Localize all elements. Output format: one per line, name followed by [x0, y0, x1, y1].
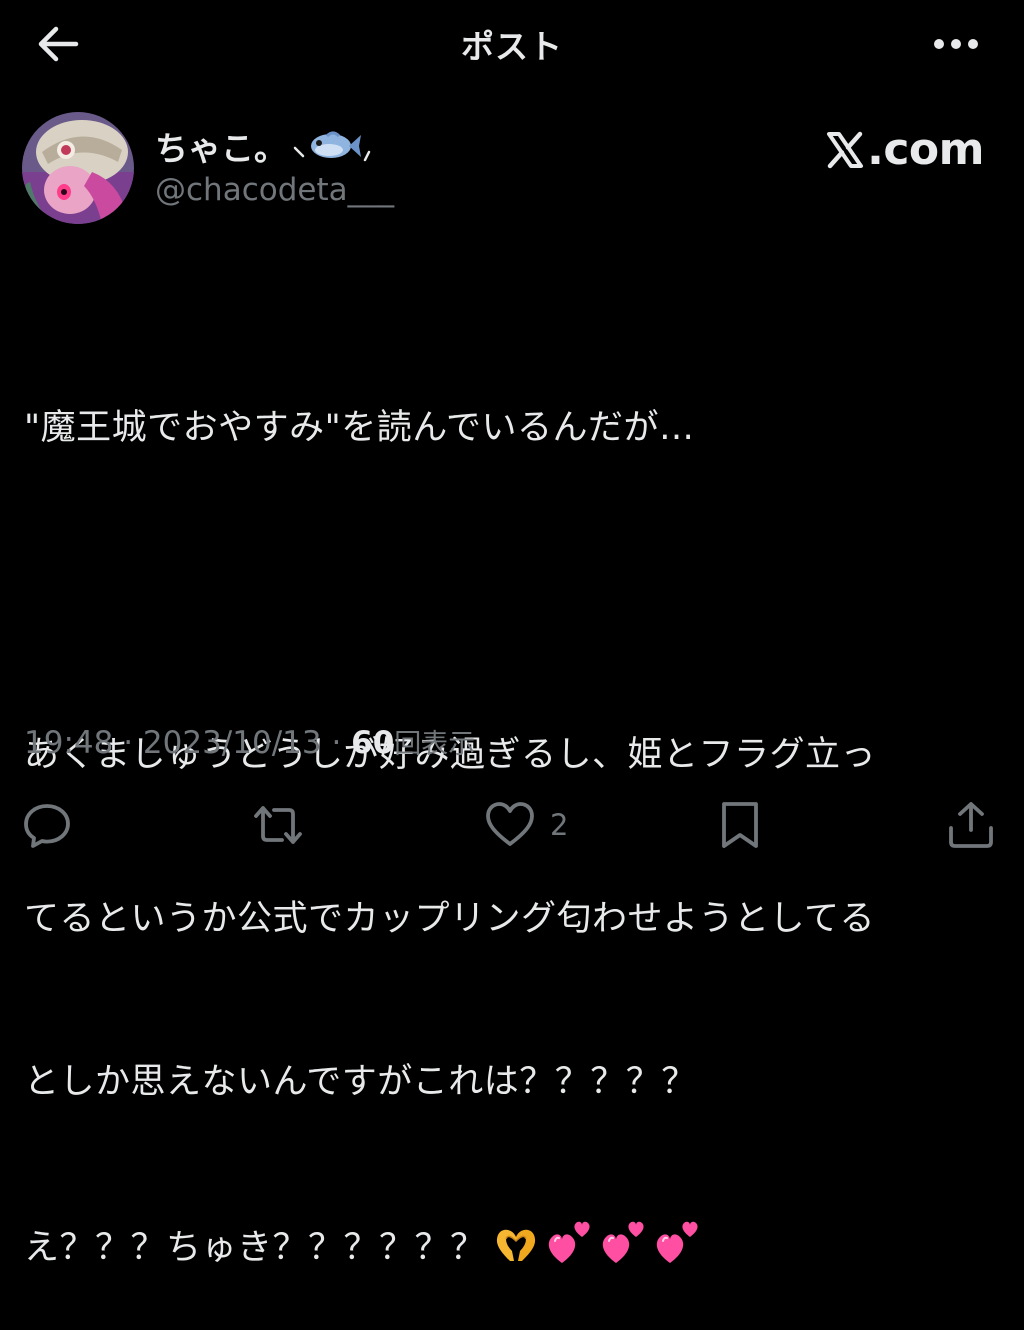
like-count: 2: [550, 808, 569, 842]
heart-icon: [486, 802, 534, 846]
two-hearts-emoji-icon: [548, 1221, 590, 1263]
view-count[interactable]: 60: [351, 725, 394, 761]
post-line-with-emoji: え？？？ちゅき？？？？？？: [24, 1219, 1000, 1276]
display-name-text: ちゃこ。: [155, 129, 287, 168]
bookmark-button[interactable]: [718, 800, 776, 850]
more-options-button[interactable]: [928, 24, 984, 64]
post-line-blank: [24, 565, 1000, 620]
repost-icon: [254, 806, 302, 844]
post-line: "魔王城でおやすみ"を読んでいるんだが…: [24, 408, 695, 448]
avatar-image: [22, 112, 134, 224]
share-icon: [949, 802, 993, 848]
heart-hands-emoji-icon: [496, 1229, 535, 1261]
reply-icon: [24, 804, 70, 848]
action-bar: 2: [0, 790, 1024, 860]
repost-button[interactable]: [250, 800, 320, 850]
post-meta: 19:48 · 2023/10/13 · 60回表示: [24, 722, 475, 761]
x-logo-watermark: .com: [825, 124, 984, 175]
post-time: 19:48: [24, 725, 114, 761]
view-count-label: 回表示: [394, 729, 476, 760]
two-hearts-emoji-icon: [656, 1221, 698, 1263]
avatar[interactable]: [22, 112, 134, 224]
two-hearts-emoji-icon: [602, 1221, 644, 1263]
post-line-text: え？？？ちゅき？？？？？？: [24, 1227, 486, 1268]
top-bar: ポスト: [0, 0, 1024, 84]
fish-emoji-icon: [293, 126, 379, 166]
user-handle[interactable]: @chacodeta___: [155, 172, 394, 208]
post-date: 2023/10/13: [142, 725, 322, 761]
more-dots-icon: [934, 39, 978, 49]
x-logo-icon: [827, 131, 864, 168]
page-title: ポスト: [461, 27, 563, 66]
watermark-text: .com: [867, 124, 984, 175]
post-line: としか思えないんですがこれは？？？？？: [24, 1062, 697, 1102]
share-button[interactable]: [946, 800, 996, 850]
like-button[interactable]: 2: [484, 800, 568, 850]
display-name[interactable]: ちゃこ。: [155, 122, 379, 170]
meta-separator: ·: [113, 725, 143, 761]
reply-button[interactable]: [22, 800, 86, 850]
emoji-group: [492, 1219, 702, 1265]
bookmark-icon: [722, 802, 758, 848]
meta-separator: ·: [321, 725, 352, 761]
post-line: てるというか公式でカップリング匂わせようとしてる: [24, 898, 875, 939]
